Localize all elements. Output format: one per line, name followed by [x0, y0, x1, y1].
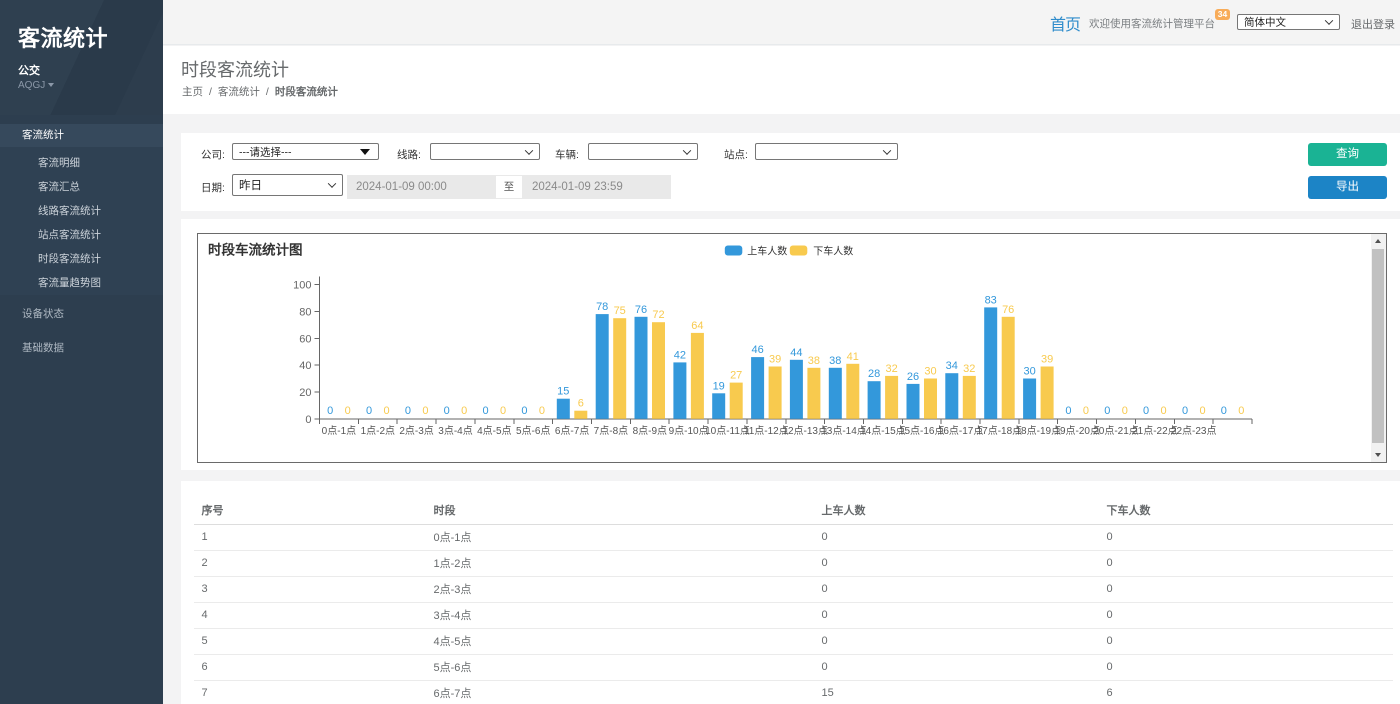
svg-text:46: 46 [751, 344, 763, 356]
svg-text:4点-5点: 4点-5点 [477, 424, 511, 436]
svg-text:19: 19 [712, 380, 724, 392]
svg-text:5点-6点: 5点-6点 [515, 424, 549, 436]
svg-text:2点-3点: 2点-3点 [399, 424, 433, 436]
svg-text:64: 64 [691, 319, 703, 331]
svg-text:44: 44 [790, 346, 802, 358]
svg-text:0: 0 [500, 404, 506, 416]
svg-text:0: 0 [1160, 404, 1166, 416]
svg-text:0: 0 [1104, 404, 1110, 416]
svg-text:7点-8点: 7点-8点 [593, 424, 627, 436]
svg-text:34: 34 [945, 360, 957, 372]
svg-text:时段车流统计图: 时段车流统计图 [208, 241, 303, 257]
svg-text:27: 27 [730, 369, 742, 381]
svg-text:0: 0 [1143, 404, 1149, 416]
svg-text:0: 0 [383, 404, 389, 416]
svg-text:100: 100 [293, 279, 311, 291]
svg-text:0: 0 [1121, 404, 1127, 416]
svg-text:39: 39 [1040, 353, 1052, 365]
svg-text:60: 60 [299, 333, 311, 345]
svg-text:0: 0 [305, 413, 311, 425]
svg-text:下车人数: 下车人数 [813, 244, 853, 257]
svg-text:0: 0 [1065, 404, 1071, 416]
svg-text:0: 0 [1220, 404, 1226, 416]
svg-text:40: 40 [299, 360, 311, 372]
svg-text:6: 6 [577, 397, 583, 409]
svg-text:0: 0 [1238, 404, 1244, 416]
svg-text:0: 0 [482, 404, 488, 416]
svg-text:3点-4点: 3点-4点 [438, 424, 472, 436]
svg-text:15: 15 [557, 385, 569, 397]
svg-text:72: 72 [652, 309, 664, 321]
svg-text:76: 76 [1002, 303, 1014, 315]
svg-text:0: 0 [365, 404, 371, 416]
svg-text:38: 38 [807, 354, 819, 366]
svg-text:1点-2点: 1点-2点 [360, 424, 394, 436]
svg-text:22点-23点: 22点-23点 [1170, 424, 1216, 436]
svg-text:0: 0 [422, 404, 428, 416]
svg-text:0: 0 [327, 404, 333, 416]
svg-text:0点-1点: 0点-1点 [321, 424, 355, 436]
svg-text:0: 0 [344, 404, 350, 416]
svg-text:0: 0 [404, 404, 410, 416]
svg-text:0: 0 [1082, 404, 1088, 416]
svg-text:38: 38 [829, 354, 841, 366]
svg-text:30: 30 [1023, 365, 1035, 377]
svg-text:42: 42 [673, 349, 685, 361]
svg-text:32: 32 [963, 362, 975, 374]
svg-text:80: 80 [299, 306, 311, 318]
svg-text:28: 28 [867, 368, 879, 380]
svg-text:9点-10点: 9点-10点 [668, 424, 708, 436]
svg-text:0: 0 [1199, 404, 1205, 416]
svg-text:32: 32 [885, 362, 897, 374]
svg-text:0: 0 [461, 404, 467, 416]
svg-text:30: 30 [924, 365, 936, 377]
svg-text:76: 76 [634, 303, 646, 315]
svg-text:20: 20 [299, 387, 311, 399]
svg-text:78: 78 [596, 301, 608, 313]
svg-text:0: 0 [521, 404, 527, 416]
svg-text:8点-9点: 8点-9点 [632, 424, 666, 436]
svg-text:上车人数: 上车人数 [747, 244, 787, 257]
svg-text:83: 83 [984, 294, 996, 306]
svg-text:39: 39 [768, 353, 780, 365]
svg-text:0: 0 [538, 404, 544, 416]
svg-text:41: 41 [846, 350, 858, 362]
svg-text:0: 0 [1181, 404, 1187, 416]
svg-text:0: 0 [443, 404, 449, 416]
svg-text:26: 26 [906, 370, 918, 382]
svg-text:6点-7点: 6点-7点 [554, 424, 588, 436]
svg-text:75: 75 [613, 305, 625, 317]
